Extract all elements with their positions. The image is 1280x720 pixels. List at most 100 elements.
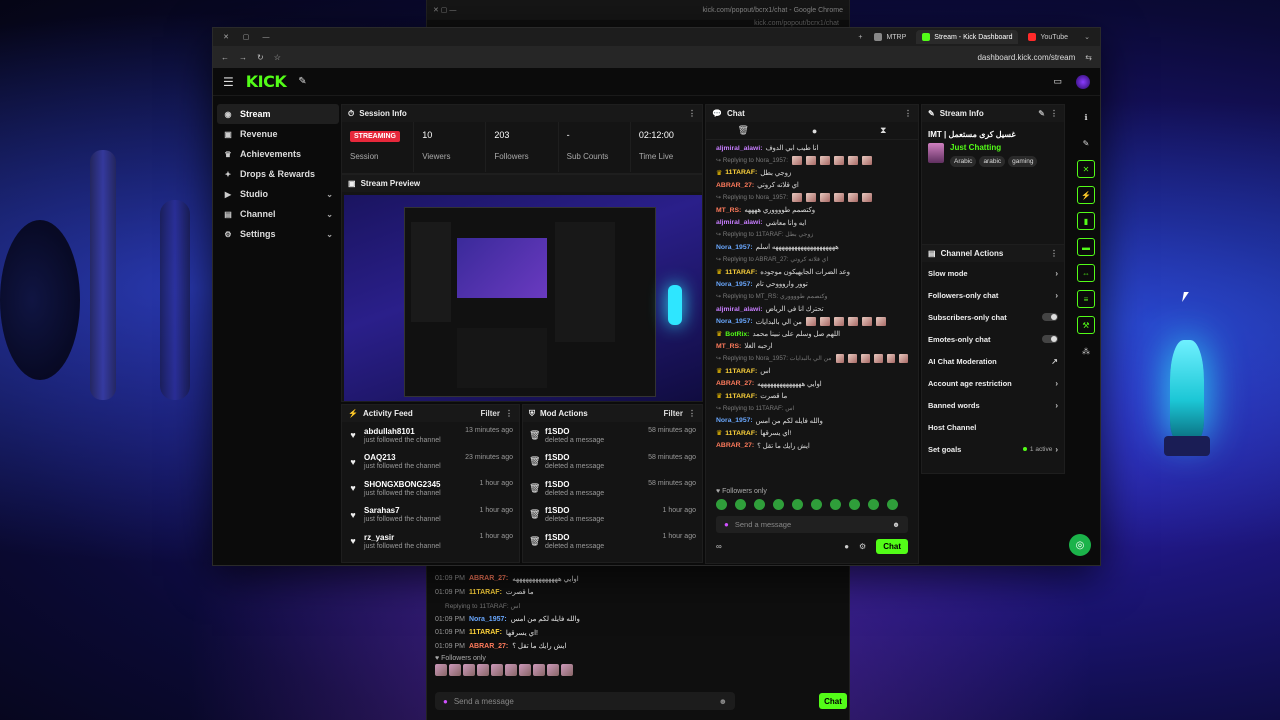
emote-icon[interactable] bbox=[491, 664, 503, 676]
tab-2[interactable]: YouTube bbox=[1022, 30, 1074, 44]
channel-action-banned-words[interactable]: Banned words › bbox=[922, 394, 1064, 416]
kick-logo[interactable]: KICK bbox=[246, 72, 287, 91]
chat-message[interactable]: ♛ 11TARAF: وعد الضرات الجايهيكون موجوده bbox=[716, 266, 908, 278]
chat-input[interactable]: ● Send a message ☻ bbox=[716, 516, 908, 533]
pin-icon[interactable]: ✎ bbox=[298, 76, 306, 87]
toggle-switch[interactable] bbox=[1042, 313, 1058, 321]
bubble-icon[interactable]: ● bbox=[844, 542, 849, 551]
sidebar-item-channel[interactable]: ▤ Channel ⌄ bbox=[217, 204, 339, 224]
site-settings-icon[interactable]: ⇆ bbox=[1085, 53, 1092, 62]
list-icon[interactable]: ≡ bbox=[1077, 290, 1095, 308]
sidebar-item-revenue[interactable]: ▣ Revenue bbox=[217, 124, 339, 144]
reload-icon[interactable]: ↻ bbox=[257, 53, 264, 62]
more-icon[interactable]: ⋮ bbox=[904, 109, 912, 118]
channel-action-host-channel[interactable]: Host Channel bbox=[922, 416, 1064, 438]
new-tab-icon[interactable]: + bbox=[858, 34, 862, 41]
chat-message[interactable]: Nora_1957: من الي بالبدايات bbox=[716, 315, 908, 327]
channel-action-subscribers-only-chat[interactable]: Subscribers-only chat bbox=[922, 306, 1064, 328]
close-window-icon[interactable]: ✕ bbox=[219, 33, 233, 41]
chat-message[interactable]: aljmiral_alawi: ايه وانا معاشي bbox=[716, 216, 908, 228]
channel-action-control[interactable] bbox=[1042, 335, 1058, 343]
channel-action-set-goals[interactable]: Set goals 1 active › bbox=[922, 438, 1064, 460]
channel-action-control[interactable]: › bbox=[1055, 291, 1058, 300]
gear-icon[interactable]: ⚙ bbox=[859, 542, 866, 551]
popout-chat-button[interactable]: Chat bbox=[819, 693, 847, 709]
chat-username[interactable]: 11TARAF: bbox=[469, 589, 502, 596]
list-item-name[interactable]: f1SDO bbox=[545, 480, 642, 489]
mic-icon[interactable]: ● bbox=[443, 697, 448, 706]
more-icon[interactable]: ⋮ bbox=[688, 409, 696, 418]
chat-username[interactable]: MT_RS: bbox=[716, 343, 741, 350]
more-icon[interactable]: ⋮ bbox=[688, 109, 696, 118]
link-icon[interactable]: ⇔ bbox=[1077, 264, 1095, 282]
stream-tag[interactable]: arabic bbox=[979, 156, 1006, 167]
sidebar-item-settings[interactable]: ⚙ Settings ⌄ bbox=[217, 224, 339, 244]
emote-icon[interactable] bbox=[477, 664, 489, 676]
channel-action-control[interactable]: 1 active › bbox=[1022, 445, 1058, 454]
emote-bar[interactable] bbox=[706, 497, 918, 512]
hourglass-icon[interactable]: ⧗ bbox=[880, 125, 886, 136]
list-item-name[interactable]: f1SDO bbox=[545, 533, 657, 542]
popout-chat-message[interactable]: 01:09 PM ABRAR_27: اوايي ههههههههههههههه bbox=[435, 572, 843, 586]
channel-action-emotes-only-chat[interactable]: Emotes-only chat bbox=[922, 328, 1064, 350]
wrench-icon[interactable]: ⚒ bbox=[1077, 316, 1095, 334]
list-item[interactable]: 🗑 f1SDO deleted a message 1 hour ago bbox=[523, 528, 702, 555]
channel-action-control[interactable]: › bbox=[1055, 269, 1058, 278]
chat-message[interactable]: ABRAR_27: اوايي ههههههههههههههه bbox=[716, 377, 908, 389]
emote-icon[interactable] bbox=[519, 664, 531, 676]
channel-action-control[interactable]: › bbox=[1055, 401, 1058, 410]
chat-reply-context[interactable]: ↪ Replying to 11TARAF: اس bbox=[716, 402, 908, 414]
emote-icon[interactable] bbox=[533, 664, 545, 676]
chevron-right-icon[interactable]: › bbox=[1055, 291, 1058, 300]
list-item-name[interactable]: abdullah8101 bbox=[364, 427, 459, 436]
popout-chat-message[interactable]: 01:09 PM Nora_1957: والله فايله لكم من امس bbox=[435, 613, 843, 627]
emoji-icon[interactable]: ☻ bbox=[719, 697, 727, 706]
chat-username[interactable]: aljmiral_alawi: bbox=[716, 306, 762, 313]
hamburger-menu-icon[interactable]: ☰ bbox=[223, 75, 234, 89]
mod-filter-button[interactable]: Filter bbox=[663, 409, 683, 418]
emote-icon[interactable] bbox=[561, 664, 573, 676]
link-icon[interactable]: ∞ bbox=[716, 542, 722, 551]
sidebar-item-drops-rewards[interactable]: ✦ Drops & Rewards bbox=[217, 164, 339, 184]
chat-message[interactable]: Nora_1957: توور واروووحي تام bbox=[716, 278, 908, 290]
emote-icon[interactable] bbox=[547, 664, 559, 676]
chat-message[interactable]: ♛ 11TARAF: ما قصرت bbox=[716, 390, 908, 402]
chat-message[interactable]: MT_RS: ارحبه الغلا bbox=[716, 340, 908, 352]
list-item-name[interactable]: f1SDO bbox=[545, 453, 642, 462]
chat-message[interactable]: ABRAR_27: اي قلاته كروتي bbox=[716, 179, 908, 191]
emote-icon[interactable] bbox=[449, 664, 461, 676]
chat-message[interactable]: ABRAR_27: ايش رايك ما تقل ؟ bbox=[716, 439, 908, 451]
tab-menu-chevron-icon[interactable]: ⌄ bbox=[1080, 33, 1094, 41]
channel-action-account-age-restriction[interactable]: Account age restriction › bbox=[922, 372, 1064, 394]
sidebar-item-stream[interactable]: ◉ Stream bbox=[217, 104, 339, 124]
chat-reply-context[interactable]: ↪ Replying to 11TARAF: زوجي بطل bbox=[716, 229, 908, 241]
more-icon[interactable]: ⋮ bbox=[505, 409, 513, 418]
sidebar-item-achievements[interactable]: ♛ Achievements bbox=[217, 144, 339, 164]
list-item[interactable]: 🗑 f1SDO deleted a message 58 minutes ago bbox=[523, 449, 702, 476]
popout-window-controls[interactable]: ✕ ▢ — bbox=[433, 6, 456, 14]
channel-action-control[interactable]: ↗ bbox=[1051, 357, 1058, 366]
chat-send-button[interactable]: Chat bbox=[876, 539, 908, 554]
list-item[interactable]: ♥ rz_yasir just followed the channel 1 hour… bbox=[342, 528, 519, 555]
channel-action-slow-mode[interactable]: Slow mode › bbox=[922, 262, 1064, 284]
chat-username[interactable]: aljmiral_alawi: bbox=[716, 219, 762, 226]
list-item-name[interactable]: f1SDO bbox=[545, 427, 642, 436]
chevron-down-icon[interactable]: ⌄ bbox=[326, 230, 333, 239]
star-icon[interactable]: ☆ bbox=[274, 53, 281, 62]
chevron-down-icon[interactable]: ⌄ bbox=[326, 190, 333, 199]
chat-username[interactable]: Nora_1957: bbox=[469, 616, 507, 623]
chat-username[interactable]: ABRAR_27: bbox=[469, 643, 508, 650]
chat-username[interactable]: aljmiral_alawi: bbox=[716, 145, 762, 152]
chat-message[interactable]: MT_RS: وكتصمم طووووري ههههه bbox=[716, 204, 908, 216]
chat-username[interactable]: 11TARAF: bbox=[469, 629, 502, 636]
info-icon[interactable]: ℹ bbox=[1077, 108, 1095, 126]
chat-username[interactable]: MT_RS: bbox=[716, 207, 741, 214]
channel-action-control[interactable]: › bbox=[1055, 379, 1058, 388]
chat-username[interactable]: Nora_1957: bbox=[716, 417, 753, 424]
list-item-name[interactable]: OAQ213 bbox=[364, 453, 459, 462]
list-item-name[interactable]: rz_yasir bbox=[364, 533, 474, 542]
crosshair-icon[interactable]: ✕ bbox=[1077, 160, 1095, 178]
chat-message[interactable]: ♛ 11TARAF: اي يسرقها! bbox=[716, 427, 908, 439]
chat-username[interactable]: ABRAR_27: bbox=[716, 380, 754, 387]
list-item-name[interactable]: Sarahas7 bbox=[364, 506, 474, 515]
